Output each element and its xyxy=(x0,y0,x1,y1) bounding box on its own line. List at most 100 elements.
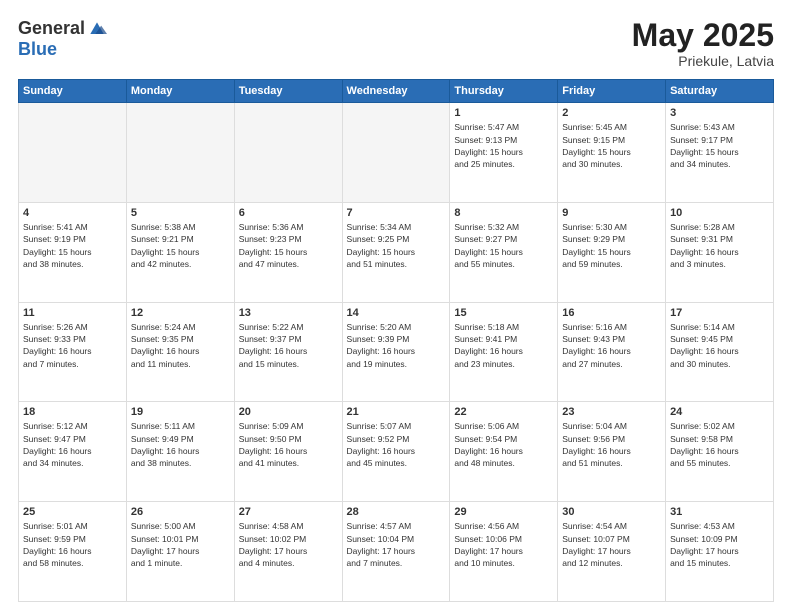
day-number: 30 xyxy=(562,506,661,518)
week-row-1: 1Sunrise: 5:47 AM Sunset: 9:13 PM Daylig… xyxy=(19,103,774,203)
location-text: Priekule, Latvia xyxy=(632,53,774,69)
page: General Blue May 2025 Priekule, Latvia S… xyxy=(0,0,792,612)
calendar-cell xyxy=(234,103,342,203)
day-info: Sunrise: 5:34 AM Sunset: 9:25 PM Dayligh… xyxy=(347,221,446,270)
calendar-cell: 3 Sunrise: 5:43 AM Sunset: 9:17 PM Daylig… xyxy=(666,103,774,203)
day-info: Sunrise: 5:16 AM Sunset: 9:43 PM Dayligh… xyxy=(562,321,661,370)
weekday-header-wednesday: Wednesday xyxy=(342,80,450,103)
weekday-header-friday: Friday xyxy=(558,80,666,103)
calendar-cell xyxy=(126,103,234,203)
day-number: 26 xyxy=(131,506,230,518)
day-number: 16 xyxy=(562,307,661,319)
day-info: Sunrise: 5:38 AM Sunset: 9:21 PM Dayligh… xyxy=(131,221,230,270)
calendar-table: SundayMondayTuesdayWednesdayThursdayFrid… xyxy=(18,79,774,602)
day-info: Sunrise: 5:14 AM Sunset: 9:45 PM Dayligh… xyxy=(670,321,769,370)
day-number: 31 xyxy=(670,506,769,518)
weekday-header-tuesday: Tuesday xyxy=(234,80,342,103)
header: General Blue May 2025 Priekule, Latvia xyxy=(18,18,774,69)
day-number: 27 xyxy=(239,506,338,518)
calendar-cell: 13 Sunrise: 5:22 AM Sunset: 9:37 PM Dayli… xyxy=(234,302,342,402)
logo-blue-text: Blue xyxy=(18,39,57,60)
day-number: 15 xyxy=(454,307,553,319)
day-number: 25 xyxy=(23,506,122,518)
day-number: 2 xyxy=(562,107,661,119)
weekday-header-saturday: Saturday xyxy=(666,80,774,103)
day-number: 5 xyxy=(131,207,230,219)
day-info: Sunrise: 5:26 AM Sunset: 9:33 PM Dayligh… xyxy=(23,321,122,370)
title-section: May 2025 Priekule, Latvia xyxy=(632,18,774,69)
logo-general-text: General xyxy=(18,18,85,39)
day-number: 9 xyxy=(562,207,661,219)
day-number: 17 xyxy=(670,307,769,319)
day-info: Sunrise: 5:02 AM Sunset: 9:58 PM Dayligh… xyxy=(670,420,769,469)
calendar-cell: 31 Sunrise: 4:53 AM Sunset: 10:09 PM Dayl… xyxy=(666,502,774,602)
calendar-cell: 4Sunrise: 5:41 AM Sunset: 9:19 PM Daylig… xyxy=(19,202,127,302)
calendar-cell: 10Sunrise: 5:28 AM Sunset: 9:31 PM Dayli… xyxy=(666,202,774,302)
calendar-cell: 17 Sunrise: 5:14 AM Sunset: 9:45 PM Dayli… xyxy=(666,302,774,402)
day-info: Sunrise: 5:43 AM Sunset: 9:17 PM Dayligh… xyxy=(670,121,769,170)
day-info: Sunrise: 5:09 AM Sunset: 9:50 PM Dayligh… xyxy=(239,420,338,469)
day-number: 21 xyxy=(347,406,446,418)
weekday-header-thursday: Thursday xyxy=(450,80,558,103)
day-number: 20 xyxy=(239,406,338,418)
day-info: Sunrise: 4:58 AM Sunset: 10:02 PM Daylig… xyxy=(239,520,338,569)
calendar-cell: 11 Sunrise: 5:26 AM Sunset: 9:33 PM Dayli… xyxy=(19,302,127,402)
day-info: Sunrise: 5:36 AM Sunset: 9:23 PM Dayligh… xyxy=(239,221,338,270)
weekday-header-row: SundayMondayTuesdayWednesdayThursdayFrid… xyxy=(19,80,774,103)
day-info: Sunrise: 4:54 AM Sunset: 10:07 PM Daylig… xyxy=(562,520,661,569)
day-number: 8 xyxy=(454,207,553,219)
calendar-cell: 16 Sunrise: 5:16 AM Sunset: 9:43 PM Dayli… xyxy=(558,302,666,402)
calendar-cell: 9 Sunrise: 5:30 AM Sunset: 9:29 PM Daylig… xyxy=(558,202,666,302)
day-number: 12 xyxy=(131,307,230,319)
calendar-cell: 20 Sunrise: 5:09 AM Sunset: 9:50 PM Dayli… xyxy=(234,402,342,502)
day-info: Sunrise: 4:53 AM Sunset: 10:09 PM Daylig… xyxy=(670,520,769,569)
calendar-cell: 15Sunrise: 5:18 AM Sunset: 9:41 PM Dayli… xyxy=(450,302,558,402)
day-number: 10 xyxy=(670,207,769,219)
day-number: 6 xyxy=(239,207,338,219)
calendar-cell: 18 Sunrise: 5:12 AM Sunset: 9:47 PM Dayli… xyxy=(19,402,127,502)
day-info: Sunrise: 5:20 AM Sunset: 9:39 PM Dayligh… xyxy=(347,321,446,370)
day-info: Sunrise: 5:00 AM Sunset: 10:01 PM Daylig… xyxy=(131,520,230,569)
calendar-cell: 27 Sunrise: 4:58 AM Sunset: 10:02 PM Dayl… xyxy=(234,502,342,602)
day-info: Sunrise: 4:57 AM Sunset: 10:04 PM Daylig… xyxy=(347,520,446,569)
day-number: 11 xyxy=(23,307,122,319)
calendar-cell: 30 Sunrise: 4:54 AM Sunset: 10:07 PM Dayl… xyxy=(558,502,666,602)
calendar-cell: 7 Sunrise: 5:34 AM Sunset: 9:25 PM Daylig… xyxy=(342,202,450,302)
calendar-cell xyxy=(342,103,450,203)
calendar-cell xyxy=(19,103,127,203)
calendar-cell: 23Sunrise: 5:04 AM Sunset: 9:56 PM Dayli… xyxy=(558,402,666,502)
week-row-4: 18 Sunrise: 5:12 AM Sunset: 9:47 PM Dayli… xyxy=(19,402,774,502)
day-info: Sunrise: 5:01 AM Sunset: 9:59 PM Dayligh… xyxy=(23,520,122,569)
calendar-cell: 24 Sunrise: 5:02 AM Sunset: 9:58 PM Dayli… xyxy=(666,402,774,502)
calendar-cell: 19Sunrise: 5:11 AM Sunset: 9:49 PM Dayli… xyxy=(126,402,234,502)
weekday-header-sunday: Sunday xyxy=(19,80,127,103)
week-row-5: 25 Sunrise: 5:01 AM Sunset: 9:59 PM Dayli… xyxy=(19,502,774,602)
calendar-cell: 22Sunrise: 5:06 AM Sunset: 9:54 PM Dayli… xyxy=(450,402,558,502)
calendar-cell: 14Sunrise: 5:20 AM Sunset: 9:39 PM Dayli… xyxy=(342,302,450,402)
day-number: 3 xyxy=(670,107,769,119)
calendar-cell: 12Sunrise: 5:24 AM Sunset: 9:35 PM Dayli… xyxy=(126,302,234,402)
logo-icon xyxy=(87,19,107,39)
calendar-cell: 5 Sunrise: 5:38 AM Sunset: 9:21 PM Daylig… xyxy=(126,202,234,302)
day-info: Sunrise: 5:07 AM Sunset: 9:52 PM Dayligh… xyxy=(347,420,446,469)
day-number: 18 xyxy=(23,406,122,418)
day-info: Sunrise: 5:41 AM Sunset: 9:19 PM Dayligh… xyxy=(23,221,122,270)
day-number: 19 xyxy=(131,406,230,418)
day-number: 24 xyxy=(670,406,769,418)
weekday-header-monday: Monday xyxy=(126,80,234,103)
day-info: Sunrise: 5:45 AM Sunset: 9:15 PM Dayligh… xyxy=(562,121,661,170)
day-number: 7 xyxy=(347,207,446,219)
calendar-cell: 26 Sunrise: 5:00 AM Sunset: 10:01 PM Dayl… xyxy=(126,502,234,602)
calendar-cell: 29Sunrise: 4:56 AM Sunset: 10:06 PM Dayl… xyxy=(450,502,558,602)
calendar-cell: 8Sunrise: 5:32 AM Sunset: 9:27 PM Daylig… xyxy=(450,202,558,302)
day-info: Sunrise: 5:12 AM Sunset: 9:47 PM Dayligh… xyxy=(23,420,122,469)
calendar-cell: 1Sunrise: 5:47 AM Sunset: 9:13 PM Daylig… xyxy=(450,103,558,203)
day-number: 13 xyxy=(239,307,338,319)
day-number: 23 xyxy=(562,406,661,418)
calendar-cell: 2 Sunrise: 5:45 AM Sunset: 9:15 PM Daylig… xyxy=(558,103,666,203)
day-info: Sunrise: 5:22 AM Sunset: 9:37 PM Dayligh… xyxy=(239,321,338,370)
day-number: 1 xyxy=(454,107,553,119)
day-info: Sunrise: 5:06 AM Sunset: 9:54 PM Dayligh… xyxy=(454,420,553,469)
day-info: Sunrise: 5:30 AM Sunset: 9:29 PM Dayligh… xyxy=(562,221,661,270)
day-number: 28 xyxy=(347,506,446,518)
